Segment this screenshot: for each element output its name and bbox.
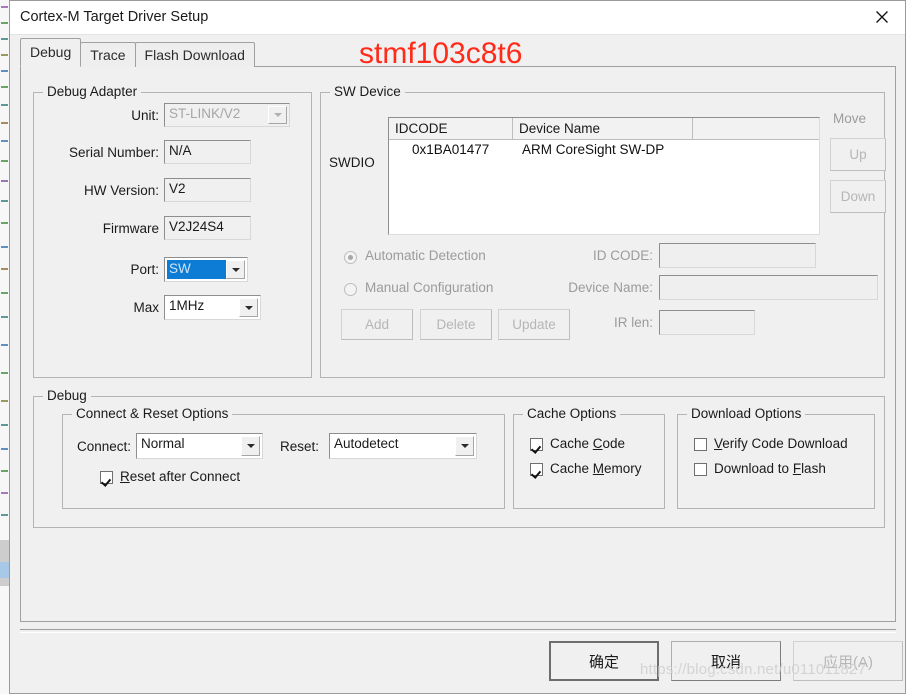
table-row[interactable]: 0x1BA01477 ARM CoreSight SW-DP (389, 140, 819, 162)
cell-device-name: ARM CoreSight SW-DP (522, 142, 665, 157)
automatic-detection-label[interactable]: Automatic Detection (365, 248, 486, 263)
chevron-down-icon (241, 436, 260, 456)
delete-button[interactable]: Delete (420, 309, 492, 340)
download-options-legend: Download Options (687, 407, 806, 421)
serial-number-field[interactable]: N/A (164, 140, 251, 164)
hw-version-label: HW Version: (83, 183, 159, 198)
cache-code-label[interactable]: Cache Code (550, 436, 625, 451)
add-button[interactable]: Add (341, 309, 413, 340)
tab-strip: Debug Trace Flash Download (20, 38, 255, 67)
reset-combo[interactable]: Autodetect (329, 433, 477, 459)
cell-idcode: 0x1BA01477 (412, 142, 490, 157)
reset-value: Autodetect (334, 436, 399, 451)
column-header-device-name: Device Name (513, 118, 693, 140)
verify-code-download-label[interactable]: Verify Code Download (714, 436, 848, 451)
close-icon[interactable] (859, 1, 905, 33)
port-combo[interactable]: SW (164, 257, 248, 282)
debug-group-legend: Debug (43, 389, 91, 403)
unit-value: ST-LINK/V2 (169, 106, 241, 121)
connect-reset-options-legend: Connect & Reset Options (72, 407, 233, 421)
window-title: Cortex-M Target Driver Setup (20, 9, 209, 25)
chevron-down-icon (268, 106, 287, 124)
footer-separator (20, 629, 896, 633)
column-header-blank (693, 118, 819, 140)
background-scrollbar (0, 540, 9, 562)
column-header-idcode: IDCODE (389, 118, 513, 140)
reset-label: Reset: (280, 439, 320, 454)
cache-memory-checkbox[interactable] (530, 463, 543, 476)
max-label: Max (133, 300, 159, 315)
move-down-button[interactable]: Down (830, 180, 886, 213)
cache-code-checkbox[interactable] (530, 438, 543, 451)
target-driver-setup-dialog: Cortex-M Target Driver Setup stmf103c8t6… (9, 0, 906, 694)
title-bar: Cortex-M Target Driver Setup (10, 1, 905, 35)
port-value: SW (169, 261, 191, 276)
sw-device-table[interactable]: IDCODE Device Name 0x1BA01477 ARM CoreSi… (388, 117, 820, 235)
reset-after-connect-checkbox[interactable] (100, 471, 113, 484)
device-name-label: Device Name: (568, 280, 653, 295)
download-to-flash-label[interactable]: Download to Flash (714, 461, 826, 476)
chevron-down-icon (455, 436, 474, 456)
connect-label: Connect: (77, 439, 132, 454)
port-selection-highlight: SW (167, 260, 226, 279)
unit-label: Unit: (131, 108, 159, 123)
debug-adapter-group: Debug Adapter Unit: ST-LINK/V2 Serial Nu… (33, 85, 312, 378)
update-button[interactable]: Update (498, 309, 570, 340)
cache-options-legend: Cache Options (523, 407, 621, 421)
max-clock-value: 1MHz (169, 298, 205, 313)
annotation-red-text: stmf103c8t6 (359, 37, 523, 70)
background-scrollbar-thumb (0, 562, 9, 578)
automatic-detection-radio[interactable] (344, 251, 357, 264)
firmware-field[interactable]: V2J24S4 (164, 216, 251, 240)
tab-trace[interactable]: Trace (80, 42, 136, 67)
table-header-row: IDCODE Device Name (389, 118, 819, 140)
watermark: https://blog.csdn.net/u011011827 (640, 661, 867, 678)
cache-options-group: Cache Options Cache Code Cache Memory (513, 407, 665, 509)
reset-after-connect-label[interactable]: RReset after Connecteset after Connect (120, 469, 240, 484)
sw-device-group: SW Device SWDIO IDCODE Device Name 0x1BA… (320, 85, 886, 378)
manual-configuration-radio[interactable] (344, 283, 357, 296)
device-name-field[interactable] (659, 275, 878, 300)
move-up-button[interactable]: Up (830, 138, 886, 171)
sw-device-legend: SW Device (330, 85, 405, 99)
swdio-label: SWDIO (329, 155, 375, 170)
manual-configuration-label[interactable]: Manual Configuration (365, 280, 493, 295)
connect-value: Normal (141, 436, 185, 451)
download-to-flash-checkbox[interactable] (694, 463, 707, 476)
firmware-label: Firmware (102, 221, 159, 236)
id-code-field[interactable] (659, 243, 816, 268)
move-label: Move (833, 111, 867, 126)
verify-code-download-checkbox[interactable] (694, 438, 707, 451)
debug-tab-panel: Debug Adapter Unit: ST-LINK/V2 Serial Nu… (20, 66, 896, 622)
chevron-down-icon (239, 298, 258, 317)
chevron-down-icon (226, 260, 245, 279)
unit-combo[interactable]: ST-LINK/V2 (164, 103, 290, 127)
background-window-sliver (0, 0, 9, 694)
serial-number-label: Serial Number: (68, 145, 159, 160)
connect-reset-options-group: Connect & Reset Options Connect: Normal … (62, 407, 505, 509)
tab-debug[interactable]: Debug (20, 38, 82, 67)
debug-group: Debug Connect & Reset Options Connect: N… (33, 389, 885, 528)
tab-flash-download[interactable]: Flash Download (134, 42, 255, 67)
debug-adapter-legend: Debug Adapter (43, 85, 142, 99)
port-label: Port: (130, 262, 159, 277)
hw-version-field[interactable]: V2 (164, 178, 251, 202)
connect-combo[interactable]: Normal (136, 433, 263, 459)
id-code-label: ID CODE: (592, 248, 653, 263)
cache-memory-label[interactable]: Cache Memory (550, 461, 642, 476)
ir-len-field[interactable] (659, 310, 755, 335)
screen: Cortex-M Target Driver Setup stmf103c8t6… (0, 0, 906, 694)
download-options-group: Download Options Verify Code Download Do… (677, 407, 875, 509)
max-clock-combo[interactable]: 1MHz (164, 295, 261, 320)
